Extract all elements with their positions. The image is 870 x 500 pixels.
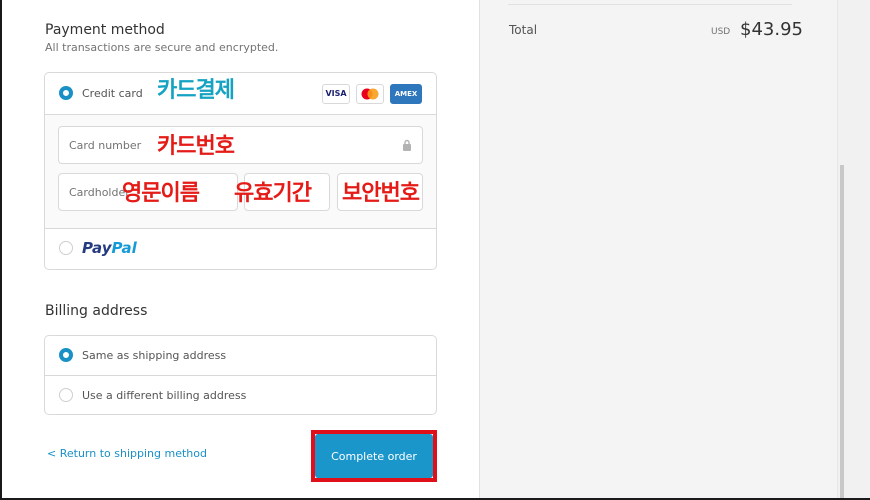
total-amount: $43.95 <box>740 19 803 40</box>
annotation-english-name: 영문이름 <box>122 181 200 206</box>
checkout-main: Payment method All transactions are secu… <box>2 0 479 498</box>
credit-card-option[interactable]: Credit card VISA AMEX <box>45 73 436 114</box>
paypal-logo-icon: PayPal <box>82 239 137 257</box>
billing-options-box: Same as shipping address Use a different… <box>44 335 437 415</box>
amex-logo-icon: AMEX <box>390 84 422 104</box>
lock-icon <box>403 139 411 151</box>
cardholder-placeholder: Cardholder <box>69 186 130 199</box>
credit-card-label: Credit card <box>82 87 143 100</box>
billing-different-option[interactable]: Use a different billing address <box>45 376 436 414</box>
annotation-card-payment: 카드결제 <box>157 78 235 103</box>
return-to-shipping-link[interactable]: < Return to shipping method <box>47 447 207 460</box>
total-currency: USD <box>711 27 731 37</box>
page-scrollbar[interactable] <box>837 0 870 498</box>
annotation-security-code: 보안번호 <box>342 181 420 206</box>
credit-card-fields-panel: Card number Cardholder <box>45 114 436 228</box>
order-summary-sidebar <box>479 0 837 498</box>
billing-different-radio[interactable] <box>59 388 73 402</box>
paypal-radio[interactable] <box>59 241 73 255</box>
billing-same-option[interactable]: Same as shipping address <box>45 336 436 375</box>
billing-same-label: Same as shipping address <box>82 349 227 362</box>
payment-options-box: Credit card VISA AMEX Card number Cardho… <box>44 72 437 270</box>
payment-method-title: Payment method <box>45 22 165 38</box>
summary-divider <box>508 4 792 5</box>
total-label: Total <box>509 23 538 37</box>
card-number-field[interactable]: Card number <box>58 126 423 164</box>
billing-same-radio[interactable] <box>59 348 73 362</box>
billing-different-label: Use a different billing address <box>82 389 247 402</box>
visa-logo-icon: VISA <box>322 84 350 104</box>
mastercard-logo-icon <box>356 84 384 104</box>
annotation-expiry: 유효기간 <box>234 181 312 206</box>
billing-address-title: Billing address <box>45 303 148 319</box>
scrollbar-thumb[interactable] <box>840 165 844 498</box>
paypal-option[interactable]: PayPal <box>45 229 436 269</box>
card-number-placeholder: Card number <box>69 139 142 152</box>
annotation-card-number: 카드번호 <box>157 134 235 159</box>
payment-method-subtitle: All transactions are secure and encrypte… <box>45 41 279 54</box>
complete-order-button[interactable]: Complete order <box>315 434 433 478</box>
credit-card-radio[interactable] <box>59 86 73 100</box>
